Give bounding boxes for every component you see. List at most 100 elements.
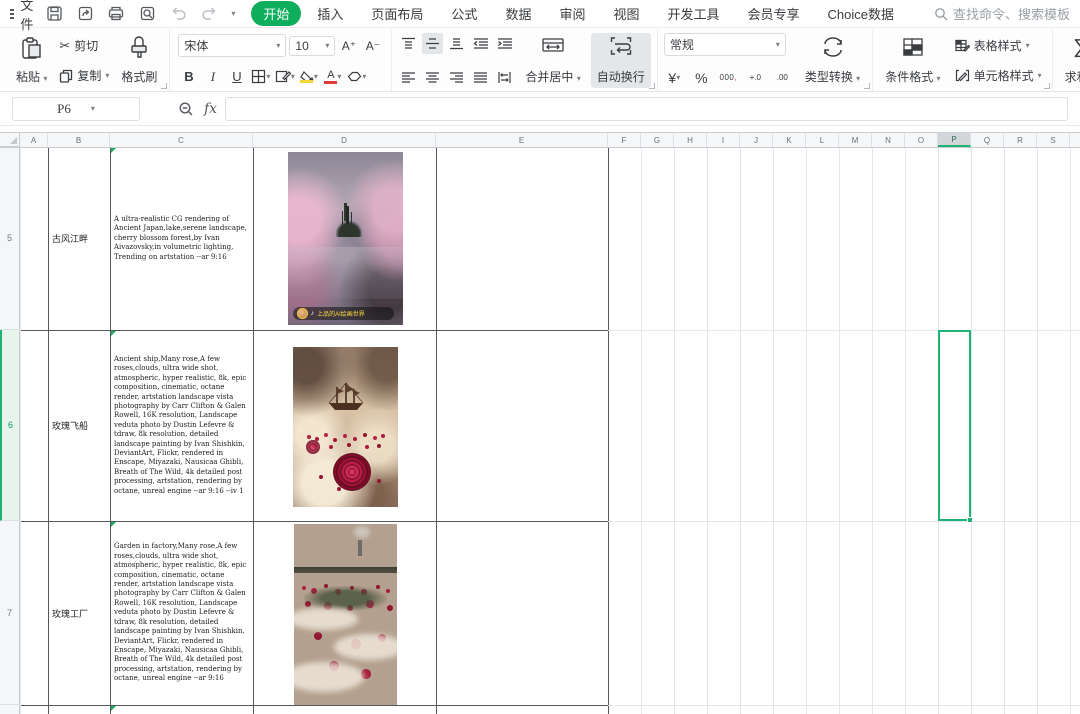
cell-D6-image-ship-in-rose-clouds[interactable]	[293, 347, 398, 507]
number-dialog-launcher[interactable]	[864, 83, 870, 89]
select-all-corner[interactable]	[0, 133, 20, 147]
col-header-K[interactable]: K	[773, 133, 806, 147]
tab-formulas[interactable]: 公式	[439, 1, 489, 26]
tab-view[interactable]: 视图	[601, 1, 651, 26]
tab-insert[interactable]: 插入	[305, 1, 355, 26]
sum-button[interactable]: ∑ 求和 ▾	[1059, 33, 1080, 88]
col-header-G[interactable]: G	[641, 133, 674, 147]
cell-B6-title[interactable]: 玫瑰飞船	[49, 330, 109, 521]
col-header-Q[interactable]: Q	[971, 133, 1004, 147]
hamburger-menu-icon[interactable]	[10, 9, 14, 19]
row-header-7[interactable]: 7	[0, 521, 20, 705]
paste-button[interactable]: 粘贴 ▾	[10, 33, 53, 88]
conditional-format-button[interactable]: 条件格式 ▾	[879, 33, 946, 88]
col-header-E[interactable]: E	[436, 133, 608, 147]
justify-icon[interactable]	[470, 67, 491, 88]
cell-D7-image-rose-garden-factory[interactable]	[294, 524, 397, 705]
spreadsheet-grid[interactable]: A B C D E F G H I J K L M N O P Q R S 5 …	[0, 133, 1080, 714]
percent-icon[interactable]: %	[691, 67, 712, 88]
align-right-icon[interactable]	[446, 67, 467, 88]
command-search[interactable]: 查找命令、搜索模板	[934, 4, 1070, 23]
font-color-icon[interactable]: A▾	[322, 66, 343, 87]
tab-data[interactable]: 数据	[493, 1, 543, 26]
col-header-F[interactable]: F	[608, 133, 641, 147]
col-header-J[interactable]: J	[740, 133, 773, 147]
increase-indent-icon[interactable]	[494, 33, 515, 54]
align-left-icon[interactable]	[398, 67, 419, 88]
align-center-icon[interactable]	[422, 67, 443, 88]
quick-access-caret-icon[interactable]: ▾	[231, 10, 235, 18]
styles-dialog-launcher[interactable]	[1044, 83, 1050, 89]
tab-review[interactable]: 审阅	[547, 1, 597, 26]
col-header-H[interactable]: H	[674, 133, 707, 147]
selected-cell-P6[interactable]	[938, 330, 971, 521]
decrease-indent-icon[interactable]	[470, 33, 491, 54]
number-format-select[interactable]: 常规▾	[664, 33, 786, 56]
file-menu[interactable]: 文件	[20, 0, 33, 33]
tab-member[interactable]: 会员专享	[736, 1, 812, 26]
type-convert-button[interactable]: 类型转换 ▾	[799, 33, 866, 88]
save-icon[interactable]	[45, 5, 63, 23]
col-header-S[interactable]: S	[1037, 133, 1070, 147]
col-header-D[interactable]: D	[253, 133, 436, 147]
row-header-6-selected[interactable]: 6	[0, 330, 20, 521]
print-preview-icon[interactable]	[138, 5, 156, 23]
increase-decimal-icon[interactable]: +.0	[745, 67, 766, 88]
copy-button[interactable]: 复制 ▾	[55, 65, 113, 86]
col-header-O[interactable]: O	[905, 133, 938, 147]
wrap-text-button[interactable]: 自动换行	[591, 33, 651, 88]
col-header-C[interactable]: C	[110, 133, 253, 147]
fill-color-icon[interactable]: ▾	[298, 66, 319, 87]
col-header-L[interactable]: L	[806, 133, 839, 147]
cell-C7-prompt[interactable]: Garden in factory,Many rose,A few roses,…	[111, 521, 252, 705]
undo-icon[interactable]	[169, 5, 187, 23]
eraser-icon[interactable]: ▾	[346, 66, 367, 87]
cell-D5-image-cherry-blossom-lake[interactable]: ♪ 上品的AI绘画世界	[288, 152, 403, 325]
tab-developer[interactable]: 开发工具	[655, 1, 731, 26]
distributed-icon[interactable]	[494, 67, 515, 88]
col-header-B[interactable]: B	[48, 133, 110, 147]
formula-input[interactable]	[225, 97, 1068, 121]
merge-center-button[interactable]: 合并居中 ▾	[519, 33, 586, 88]
col-header-R[interactable]: R	[1004, 133, 1037, 147]
alignment-dialog-launcher[interactable]	[649, 83, 655, 89]
cell-C6-prompt[interactable]: Ancient ship,Many rose,A few roses,cloud…	[111, 330, 252, 521]
currency-icon[interactable]: ¥▾	[664, 67, 685, 88]
table-style-button[interactable]: 表格样式 ▾	[951, 35, 1046, 56]
bold-button[interactable]: B	[178, 66, 199, 87]
decrease-font-icon[interactable]: A⁻	[362, 35, 383, 56]
fill-handle[interactable]	[967, 517, 973, 523]
align-top-icon[interactable]	[398, 33, 419, 54]
col-header-N[interactable]: N	[872, 133, 905, 147]
print-icon[interactable]	[107, 5, 125, 23]
col-header-A[interactable]: A	[20, 133, 48, 147]
align-bottom-icon[interactable]	[446, 33, 467, 54]
thousands-separator-icon[interactable]: 000,	[718, 67, 739, 88]
align-middle-icon[interactable]	[422, 33, 443, 54]
col-header-I[interactable]: I	[707, 133, 740, 147]
italic-button[interactable]: I	[202, 66, 223, 87]
name-box[interactable]: P6 ▾	[12, 97, 140, 121]
cell-B7-title[interactable]: 玫瑰工厂	[49, 521, 109, 705]
col-header-partial[interactable]	[1070, 133, 1080, 147]
tab-choice-data[interactable]: Choice数据	[816, 1, 906, 26]
redo-icon[interactable]	[200, 5, 218, 23]
export-icon[interactable]	[76, 5, 94, 23]
tab-home[interactable]: 开始	[251, 1, 301, 26]
tab-page-layout[interactable]: 页面布局	[359, 1, 435, 26]
cell-B5-title[interactable]: 古风江畔	[49, 147, 109, 330]
decrease-decimal-icon[interactable]: .00	[772, 67, 793, 88]
increase-font-icon[interactable]: A⁺	[338, 35, 359, 56]
cell-style-button[interactable]: 单元格样式 ▾	[951, 65, 1046, 86]
clipboard-dialog-launcher[interactable]	[161, 83, 167, 89]
cut-button[interactable]: ✂ 剪切	[55, 35, 113, 56]
draw-border-icon[interactable]: ▾	[274, 66, 295, 87]
font-name-select[interactable]: 宋体▾	[178, 34, 286, 57]
col-header-M[interactable]: M	[839, 133, 872, 147]
row-header-8-partial[interactable]	[0, 705, 20, 714]
format-painter-button[interactable]: 格式刷	[115, 33, 163, 88]
cell-C5-prompt[interactable]: A ultra-realistic CG rendering of Ancien…	[111, 147, 252, 330]
fx-icon[interactable]: fx	[204, 101, 217, 117]
font-size-select[interactable]: 10▾	[289, 36, 335, 56]
underline-button[interactable]: U	[226, 66, 247, 87]
